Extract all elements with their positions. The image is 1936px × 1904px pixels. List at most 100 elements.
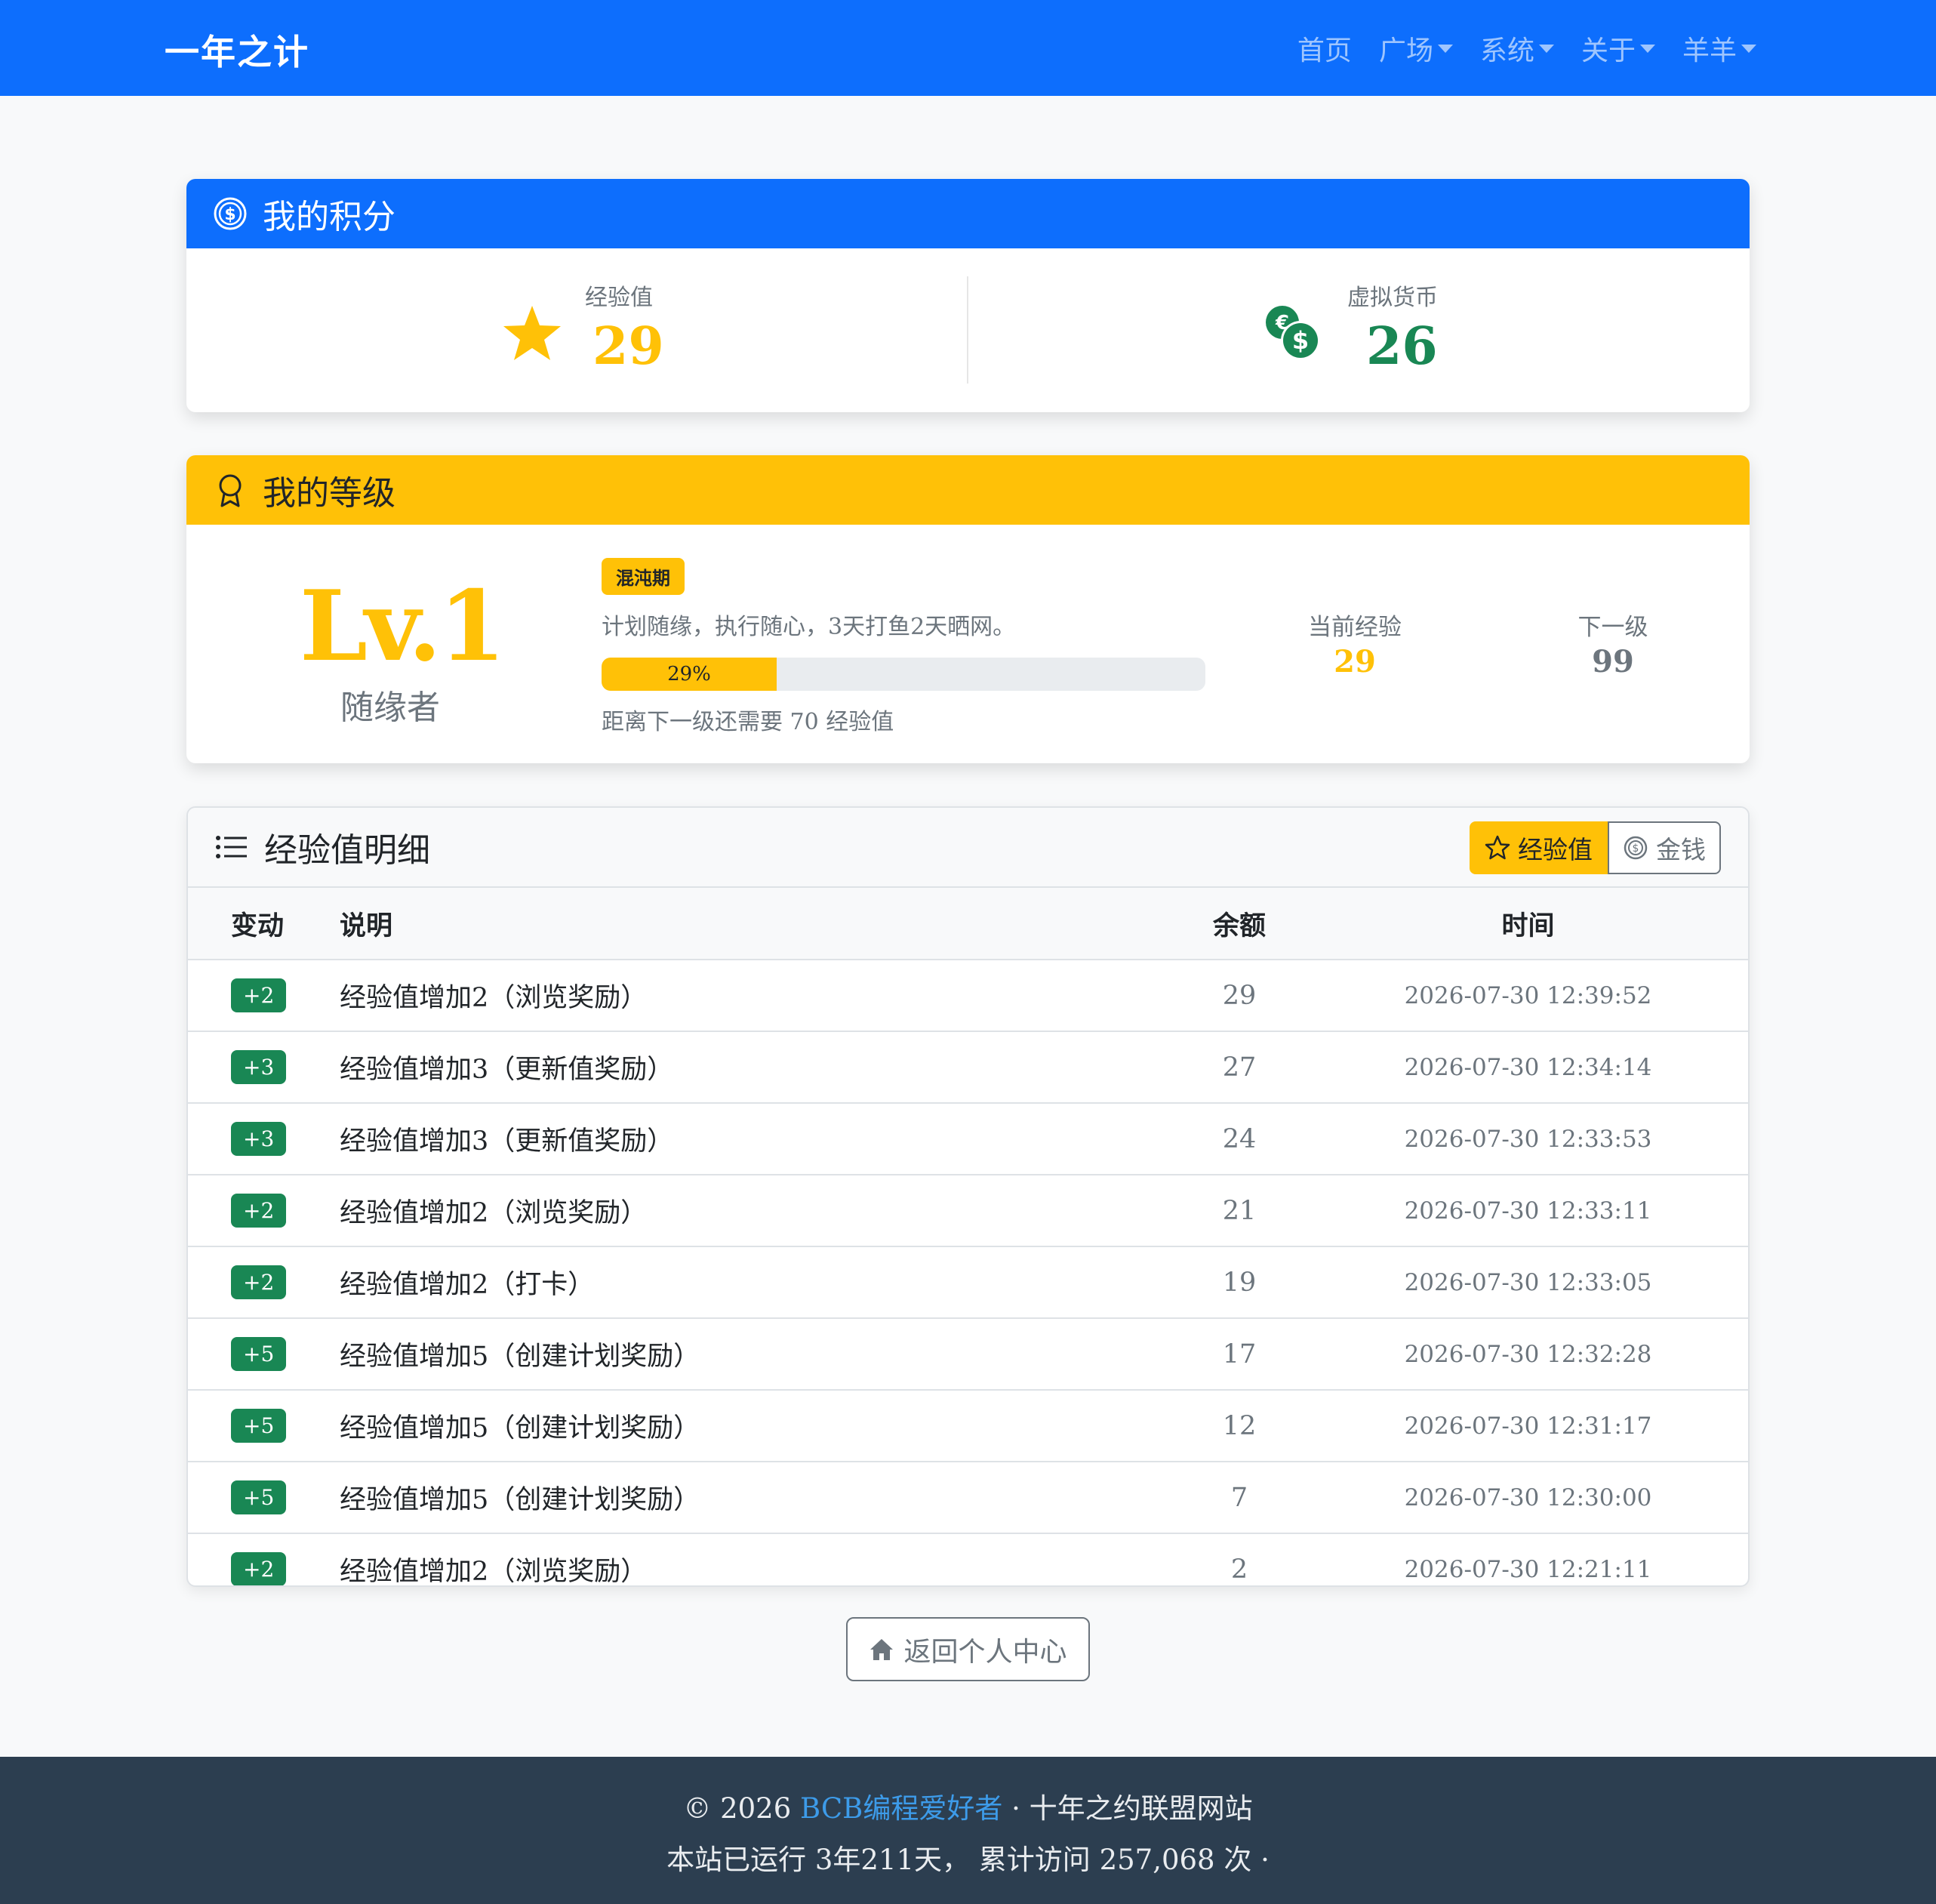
row-desc: 经验值增加2（打卡） (339, 1246, 1171, 1319)
row-balance: 29 (1171, 960, 1308, 1032)
coin-icon: $ (1624, 836, 1648, 860)
points-divider (967, 276, 968, 384)
points-card-header: $ 我的积分 (186, 179, 1750, 248)
current-exp-value: 29 (1334, 644, 1376, 679)
star-outline-icon (1485, 835, 1510, 860)
table-row: +5 经验值增加5（创建计划奖励） 12 2026-07-30 12:31:17 (188, 1390, 1748, 1462)
nav-menu: 首页 广场 系统 关于 羊羊 (1270, 29, 1756, 68)
caret-down-icon (1741, 44, 1756, 53)
level-body: Lv.1 随缘者 混沌期 计划随缘，执行随心，3天打鱼2天晒网。 29% 距离下… (186, 525, 1750, 763)
nav-item-about[interactable]: 关于 (1581, 29, 1655, 68)
col-balance: 余额 (1171, 888, 1308, 960)
row-time: 2026-07-30 12:34:14 (1308, 1031, 1748, 1104)
coin-circle-icon: $ (213, 196, 248, 231)
my-level-card: 我的等级 Lv.1 随缘者 混沌期 计划随缘，执行随心，3天打鱼2天晒网。 29… (186, 455, 1750, 763)
exp-label: 经验值 (585, 285, 653, 311)
level-remaining: 距离下一级还需要 70 经验值 (602, 709, 894, 735)
change-badge: +5 (231, 1337, 287, 1371)
row-balance: 7 (1171, 1462, 1308, 1534)
row-balance: 24 (1171, 1103, 1308, 1175)
row-balance: 27 (1171, 1031, 1308, 1104)
toggle-exp-button[interactable]: 经验值 (1470, 821, 1608, 874)
row-time: 2026-07-30 12:31:17 (1308, 1390, 1748, 1462)
level-progress-bar: 29% (602, 658, 777, 691)
exp-detail-table: 变动 说明 余额 时间 +2 经验值增加2（浏览奖励） 29 2026-07-3… (188, 888, 1748, 1587)
footer-stats-line: 本站已运行 3年211天， 累计访问 257,068 次 · (666, 1844, 1270, 1876)
row-time: 2026-07-30 12:33:53 (1308, 1103, 1748, 1175)
table-row: +5 经验值增加5（创建计划奖励） 17 2026-07-30 12:32:28 (188, 1318, 1748, 1391)
row-time: 2026-07-30 12:39:52 (1308, 960, 1748, 1032)
table-row: +3 经验值增加3（更新值奖励） 24 2026-07-30 12:33:53 (188, 1103, 1748, 1175)
nav-item-user[interactable]: 羊羊 (1682, 29, 1756, 68)
detail-type-toggle: 经验值 $ 金钱 (1470, 821, 1721, 874)
row-balance: 12 (1171, 1390, 1308, 1462)
change-badge: +5 (231, 1409, 287, 1443)
nav-item-system[interactable]: 系统 (1480, 29, 1554, 68)
row-balance: 21 (1171, 1175, 1308, 1247)
footer-copyright-line: © 2026 BCB编程爱好者 · 十年之约联盟网站 (683, 1792, 1253, 1825)
row-desc: 经验值增加5（创建计划奖励） (339, 1318, 1171, 1391)
table-header-row: 变动 说明 余额 时间 (188, 888, 1748, 960)
table-row: +3 经验值增加3（更新值奖励） 27 2026-07-30 12:34:14 (188, 1031, 1748, 1104)
row-desc: 经验值增加2（浏览奖励） (339, 960, 1171, 1032)
star-fill-icon (502, 304, 562, 365)
points-body: 经验值 29 € $ 虚拟货币 26 (186, 248, 1750, 412)
svg-text:$: $ (224, 205, 235, 224)
level-card-title: 我的等级 (263, 474, 396, 513)
site-footer: © 2026 BCB编程爱好者 · 十年之约联盟网站 本站已运行 3年211天，… (0, 1757, 1936, 1904)
row-balance: 17 (1171, 1318, 1308, 1391)
row-time: 2026-07-30 12:30:00 (1308, 1462, 1748, 1534)
table-row: +2 经验值增加2（浏览奖励） 29 2026-07-30 12:39:52 (188, 960, 1748, 1032)
coin-label: 虚拟货币 (1347, 285, 1438, 311)
table-row: +2 经验值增加2（浏览奖励） 21 2026-07-30 12:33:11 (188, 1175, 1748, 1247)
level-name: 随缘者 (340, 689, 440, 727)
caret-down-icon (1437, 44, 1453, 53)
nav-item-plaza[interactable]: 广场 (1379, 29, 1453, 68)
level-number: Lv.1 (300, 570, 506, 683)
row-balance: 19 (1171, 1246, 1308, 1319)
change-badge: +5 (231, 1480, 287, 1514)
row-time: 2026-07-30 12:32:28 (1308, 1318, 1748, 1391)
change-badge: +2 (231, 1552, 287, 1585)
col-change: 变动 (188, 888, 339, 960)
coins-icon: € $ (1264, 304, 1322, 365)
col-desc: 说明 (339, 888, 1171, 960)
next-level-value: 99 (1592, 644, 1634, 679)
coin-value: 26 (1366, 316, 1438, 377)
nav-item-home[interactable]: 首页 (1297, 29, 1352, 68)
row-desc: 经验值增加5（创建计划奖励） (339, 1390, 1171, 1462)
caret-down-icon (1639, 44, 1655, 53)
top-navbar: 一年之计 首页 广场 系统 关于 羊羊 (0, 0, 1936, 96)
next-level-label: 下一级 (1577, 614, 1648, 641)
list-icon (214, 830, 249, 864)
table-row: +5 经验值增加5（创建计划奖励） 7 2026-07-30 12:30:00 (188, 1462, 1748, 1534)
row-time: 2026-07-30 12:33:05 (1308, 1246, 1748, 1319)
detail-card-title: 经验值明细 (264, 831, 430, 870)
row-desc: 经验值增加5（创建计划奖励） (339, 1462, 1171, 1534)
row-desc: 经验值增加3（更新值奖励） (339, 1031, 1171, 1104)
row-time: 2026-07-30 12:33:11 (1308, 1175, 1748, 1247)
row-desc: 经验值增加2（浏览奖励） (340, 1557, 648, 1587)
exp-value: 29 (592, 316, 664, 377)
exp-detail-card: 经验值明细 经验值 $ 金钱 变动 说明 余额 时间 +2 经验值增加2（浏览奖… (186, 806, 1750, 1587)
brand-logo[interactable]: 一年之计 (165, 25, 309, 75)
caret-down-icon (1538, 44, 1554, 53)
change-badge: +2 (231, 978, 287, 1012)
level-card-header: 我的等级 (186, 455, 1750, 525)
back-to-profile-button[interactable]: 返回个人中心 (846, 1617, 1090, 1681)
change-badge: +2 (231, 1265, 287, 1299)
toggle-money-button[interactable]: $ 金钱 (1608, 821, 1721, 874)
change-badge: +3 (231, 1050, 287, 1084)
footer-site-link[interactable]: BCB编程爱好者 (800, 1792, 1002, 1825)
my-points-card: $ 我的积分 经验值 29 € $ 虚拟货币 26 (186, 179, 1750, 412)
level-progress: 29% (602, 658, 1205, 691)
points-card-title: 我的积分 (263, 198, 396, 236)
change-badge: +3 (231, 1122, 287, 1156)
row-desc: 经验值增加2（浏览奖励） (339, 1175, 1171, 1247)
col-time: 时间 (1308, 888, 1748, 960)
level-description: 计划随缘，执行随心，3天打鱼2天晒网。 (602, 614, 1016, 640)
house-icon (870, 1638, 894, 1660)
svg-text:$: $ (1292, 326, 1309, 355)
stage-badge: 混沌期 (602, 558, 685, 595)
svg-text:$: $ (1633, 843, 1639, 855)
